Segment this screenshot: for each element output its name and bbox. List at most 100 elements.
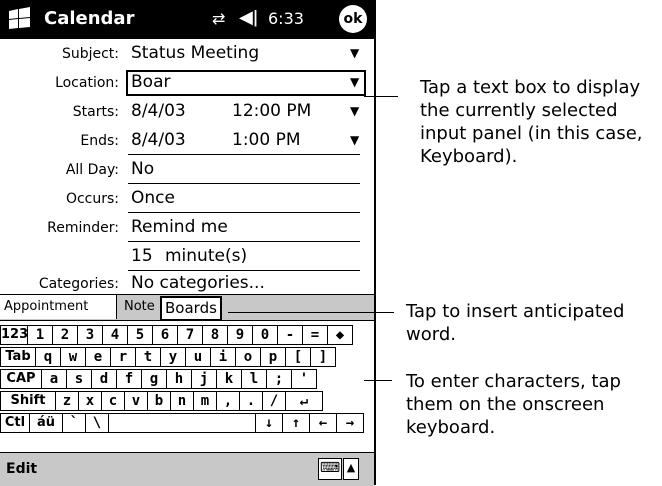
ends-row[interactable]: Ends: 8/4/03 1:00 PM ▼ <box>0 127 374 155</box>
key[interactable]: ; <box>266 369 292 389</box>
key[interactable]: ] <box>310 347 336 367</box>
key[interactable]: \ <box>85 413 109 433</box>
key[interactable]: i <box>210 347 236 367</box>
key[interactable]: ◆ <box>327 325 353 345</box>
key[interactable]: s <box>66 369 92 389</box>
starts-row[interactable]: Starts: 8/4/03 12:00 PM ▼ <box>0 98 374 126</box>
categories-label: Categories: <box>38 276 119 292</box>
starts-time[interactable]: 12:00 PM <box>232 101 311 121</box>
callout-location: Tap a text box to display the currently … <box>420 77 643 167</box>
subject-row[interactable]: Subject: Status Meeting ▼ <box>0 40 374 68</box>
ends-time[interactable]: 1:00 PM <box>232 130 301 150</box>
volume-icon[interactable]: ◀ǀ <box>239 7 258 28</box>
reminder-time-row[interactable]: 15 minute(s) <box>0 243 374 271</box>
key[interactable]: r <box>110 347 136 367</box>
key[interactable]: = <box>302 325 328 345</box>
starts-label: Starts: <box>72 104 119 120</box>
reminder-row[interactable]: Reminder: Remind me <box>0 214 374 242</box>
reminder-value[interactable]: Remind me <box>131 217 228 237</box>
subject-value[interactable]: Status Meeting <box>131 43 259 63</box>
key[interactable]: Ctl <box>0 413 30 433</box>
key[interactable]: l <box>241 369 267 389</box>
key[interactable]: d <box>91 369 117 389</box>
key[interactable]: g <box>141 369 167 389</box>
occurs-row[interactable]: Occurs: Once <box>0 185 374 213</box>
divider <box>128 154 360 155</box>
key[interactable]: áü <box>29 413 63 433</box>
key[interactable]: ` <box>62 413 86 433</box>
key[interactable]: ↵ <box>285 391 323 411</box>
chevron-down-icon[interactable]: ▼ <box>350 46 359 60</box>
key[interactable]: w <box>60 347 86 367</box>
key[interactable]: c <box>101 391 125 411</box>
categories-value[interactable]: No categories... <box>131 273 265 293</box>
key[interactable]: / <box>262 391 286 411</box>
key[interactable]: 3 <box>77 325 103 345</box>
key[interactable]: o <box>235 347 261 367</box>
sip-arrow-button[interactable]: ▲ <box>343 458 359 480</box>
key[interactable]: y <box>160 347 186 367</box>
key[interactable]: n <box>170 391 194 411</box>
key[interactable]: b <box>147 391 171 411</box>
key[interactable]: f <box>116 369 142 389</box>
location-row[interactable]: Location: Boar ▼ <box>0 69 374 97</box>
key[interactable]: x <box>78 391 102 411</box>
chevron-down-icon[interactable]: ▼ <box>350 133 359 147</box>
key[interactable]: ↓ <box>255 413 283 433</box>
key[interactable]: Shift <box>0 391 56 411</box>
key[interactable]: m <box>193 391 217 411</box>
soft-keyboard: 123 1 2 3 4 5 6 7 8 9 0- = ◆ Tab q w e r t y u i o p[] CAP a s d f… <box>0 320 374 453</box>
key-space[interactable] <box>108 413 256 433</box>
key[interactable]: 123 <box>0 325 28 345</box>
key[interactable]: 6 <box>152 325 178 345</box>
key[interactable]: z <box>55 391 79 411</box>
key[interactable]: e <box>85 347 111 367</box>
windows-start-icon[interactable] <box>6 5 34 33</box>
divider <box>128 212 360 213</box>
chevron-down-icon[interactable]: ▼ <box>350 104 359 118</box>
key[interactable]: 8 <box>202 325 228 345</box>
all-day-value[interactable]: No <box>131 159 154 179</box>
location-value[interactable]: Boar <box>131 72 170 92</box>
key[interactable]: 0 <box>252 325 278 345</box>
key[interactable]: 7 <box>177 325 203 345</box>
key[interactable]: q <box>35 347 61 367</box>
reminder-unit[interactable]: minute(s) <box>165 246 247 266</box>
key[interactable]: p <box>260 347 286 367</box>
ok-button[interactable]: ok <box>339 5 367 33</box>
key[interactable]: 2 <box>52 325 78 345</box>
key[interactable]: Tab <box>0 347 36 367</box>
reminder-amount[interactable]: 15 <box>131 246 153 266</box>
key[interactable]: 4 <box>102 325 128 345</box>
ends-date[interactable]: 8/4/03 <box>131 130 186 150</box>
key[interactable]: 9 <box>227 325 253 345</box>
key[interactable]: h <box>166 369 192 389</box>
key[interactable]: ← <box>309 413 337 433</box>
key[interactable]: - <box>277 325 303 345</box>
key[interactable]: 1 <box>27 325 53 345</box>
key[interactable]: [ <box>285 347 311 367</box>
key[interactable]: 5 <box>127 325 153 345</box>
key[interactable]: u <box>185 347 211 367</box>
key[interactable]: v <box>124 391 148 411</box>
key[interactable]: CAP <box>0 369 42 389</box>
occurs-value[interactable]: Once <box>131 188 175 208</box>
keyboard-icon[interactable]: ⌨ <box>318 458 342 480</box>
key[interactable]: . <box>239 391 263 411</box>
key[interactable]: t <box>135 347 161 367</box>
clock[interactable]: 6:33 <box>268 9 304 28</box>
edit-menu[interactable]: Edit <box>6 461 37 477</box>
key[interactable]: a <box>41 369 67 389</box>
key[interactable]: → <box>336 413 364 433</box>
key[interactable]: ↑ <box>282 413 310 433</box>
key[interactable]: ' <box>291 369 317 389</box>
key[interactable]: k <box>216 369 242 389</box>
all-day-row[interactable]: All Day: No <box>0 156 374 184</box>
key[interactable]: j <box>191 369 217 389</box>
chevron-down-icon[interactable]: ▼ <box>350 75 359 89</box>
word-suggestion[interactable]: Boards <box>160 296 222 321</box>
tab-appointment[interactable]: Appointment <box>0 295 117 319</box>
signal-icon[interactable]: ⇄ <box>212 9 225 28</box>
starts-date[interactable]: 8/4/03 <box>131 101 186 121</box>
key[interactable]: , <box>216 391 240 411</box>
